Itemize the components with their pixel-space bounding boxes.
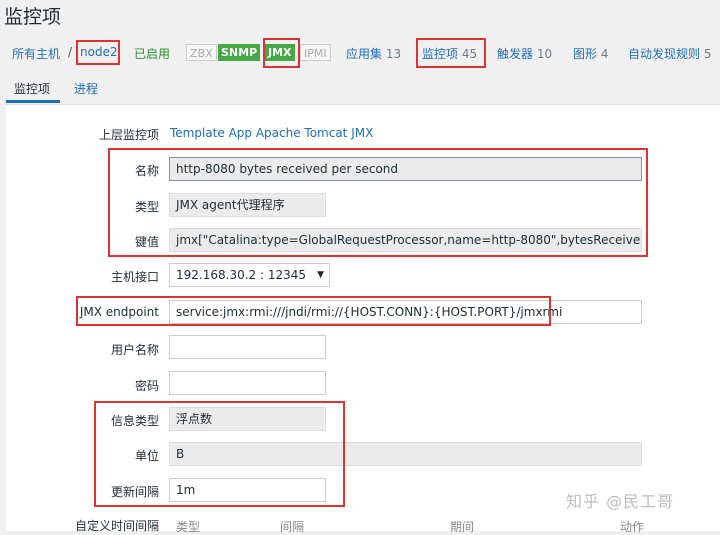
jmx-endpoint-label: JMX endpoint <box>79 305 159 319</box>
applications-label: 应用集 <box>346 47 383 61</box>
name-input[interactable]: http-8080 bytes received per second <box>169 157 642 181</box>
items-label: 监控项 <box>422 47 459 61</box>
host-status-enabled[interactable]: 已启用 <box>134 45 170 62</box>
applications-count: 13 <box>385 47 402 61</box>
triggers-label: 触发器 <box>497 47 534 61</box>
host-interface-label: 主机接口 <box>110 270 159 284</box>
unit-label: 单位 <box>134 449 159 463</box>
tab-process[interactable]: 进程 <box>74 80 98 97</box>
parent-item-label: 上层监控项 <box>98 128 159 142</box>
zbx-availability-tag: ZBX <box>186 44 217 61</box>
custom-interval-col-period: 期间 <box>450 520 475 534</box>
discovery-rules-link[interactable]: 自动发现规则 5 <box>628 45 711 62</box>
name-label: 名称 <box>134 164 159 178</box>
username-input[interactable] <box>169 335 326 359</box>
custom-interval-col-action: 动作 <box>620 520 645 534</box>
unit-input[interactable]: B <box>169 442 642 466</box>
items-count: 45 <box>461 47 478 61</box>
password-label: 密码 <box>134 379 159 393</box>
discovery-rules-count: 5 <box>703 47 712 61</box>
page-title: 监控项 <box>4 6 62 28</box>
snmp-availability-tag: SNMP <box>218 44 261 61</box>
type-label: 类型 <box>134 200 159 214</box>
graphs-count: 4 <box>600 47 609 61</box>
applications-link[interactable]: 应用集 13 <box>346 45 401 62</box>
update-interval-input[interactable]: 1m <box>169 478 326 502</box>
items-link[interactable]: 监控项 45 <box>422 45 477 62</box>
discovery-rules-label: 自动发现规则 <box>628 47 701 61</box>
host-link[interactable]: node2 <box>80 45 118 59</box>
username-label: 用户名称 <box>110 343 159 357</box>
tab-items[interactable]: 监控项 <box>14 80 50 97</box>
all-hosts-link[interactable]: 所有主机 <box>12 45 60 62</box>
graphs-link[interactable]: 图形 4 <box>573 45 608 62</box>
update-interval-label: 更新间隔 <box>110 485 159 499</box>
parent-item-link[interactable]: Template App Apache Tomcat JMX <box>170 126 373 140</box>
info-type-label: 信息类型 <box>110 414 159 428</box>
item-tabs: 监控项 进程 <box>0 72 720 104</box>
jmx-availability-tag: JMX <box>265 44 295 61</box>
info-type-select[interactable]: 浮点数 <box>169 407 326 431</box>
custom-interval-col-interval: 间隔 <box>280 520 305 534</box>
type-select[interactable]: JMX agent代理程序 <box>169 193 326 217</box>
key-label: 键值 <box>134 235 159 249</box>
ipmi-availability-tag: IPMI <box>300 44 331 61</box>
breadcrumb-separator: / <box>68 45 73 59</box>
watermark: 知乎 @民工哥 <box>566 492 675 511</box>
graphs-label: 图形 <box>573 47 598 61</box>
custom-interval-col-type: 类型 <box>176 520 201 534</box>
triggers-count: 10 <box>536 47 553 61</box>
host-interface-select[interactable]: 192.168.30.2 : 12345 ▼ <box>169 263 330 287</box>
dropdown-arrow-icon: ▼ <box>317 270 324 280</box>
key-input[interactable]: jmx["Catalina:type=GlobalRequestProcesso… <box>169 228 642 252</box>
custom-interval-label: 自定义时间间隔 <box>74 519 159 533</box>
host-interface-value: 192.168.30.2 : 12345 <box>176 268 307 282</box>
password-input[interactable] <box>169 371 326 395</box>
host-navigation-bar: 所有主机 / node2 已启用 ZBX SNMP JMX IPMI 应用集 1… <box>0 40 720 66</box>
triggers-link[interactable]: 触发器 10 <box>497 45 552 62</box>
jmx-endpoint-input[interactable]: service:jmx:rmi:///jndi/rmi://{HOST.CONN… <box>169 300 642 324</box>
active-tab-indicator <box>6 100 60 103</box>
